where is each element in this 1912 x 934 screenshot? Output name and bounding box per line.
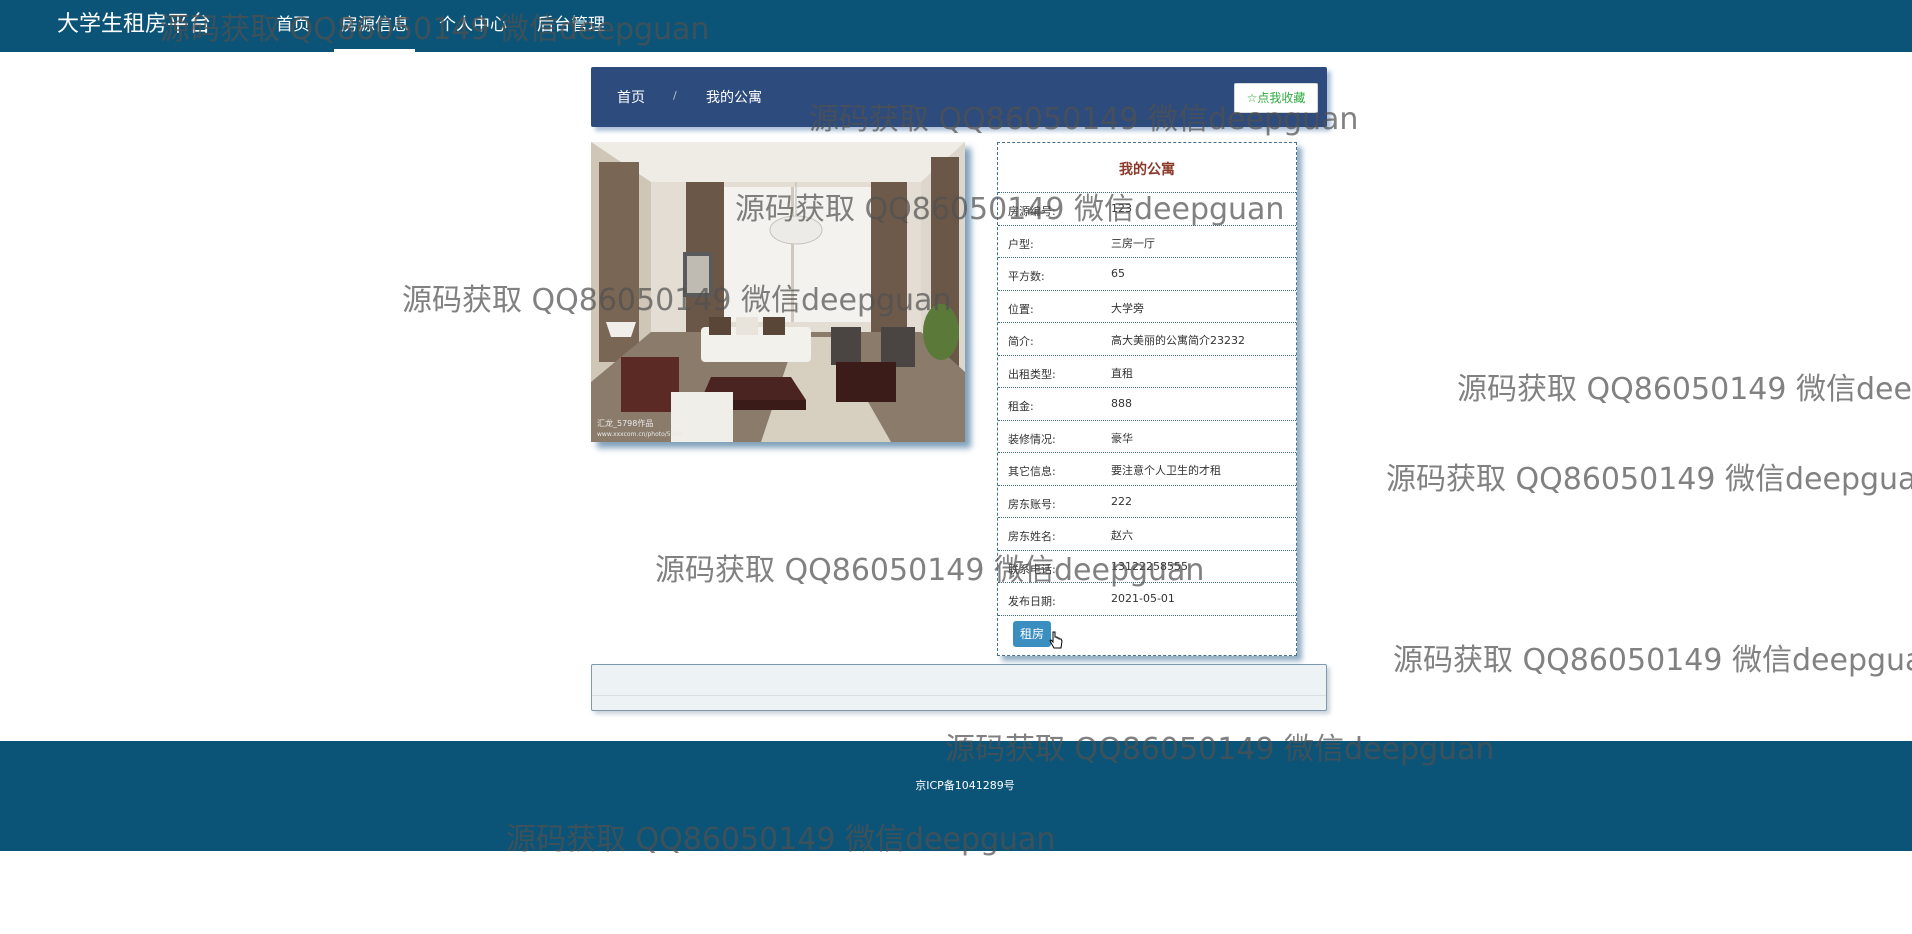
- detail-value: 直租: [1111, 366, 1133, 380]
- detail-label: 联系电话:: [1008, 562, 1056, 576]
- property-details-table: 我的公寓 房源编号: 123 户型: 三房一厅平方数: 65 位置: 大学旁简介: 高大美丽的…: [997, 142, 1297, 656]
- apartment-photo: 汇龙_5798作品 www.xxxcom.cn/photo/5798: [591, 142, 965, 442]
- breadcrumb-separator: /: [673, 89, 677, 102]
- detail-row: 房东姓名: 赵六: [998, 517, 1296, 550]
- favorite-button[interactable]: ☆点我收藏: [1234, 83, 1318, 113]
- detail-value: 888: [1111, 397, 1132, 410]
- detail-label: 租金:: [1008, 400, 1034, 413]
- footer-icp[interactable]: 京ICP备1041289号: [0, 777, 1912, 793]
- watermark: 源码获取 QQ86050149 微信deepguan: [1457, 372, 1912, 407]
- detail-label: 简介:: [1008, 335, 1034, 348]
- detail-label: 装修情况:: [1008, 432, 1056, 446]
- detail-row: 房东账号: 222: [998, 484, 1296, 518]
- photo-caption-line2: www.xxxcom.cn/photo/5798: [597, 431, 682, 438]
- detail-value: 65: [1111, 267, 1125, 280]
- photo-caption-line1: 汇龙_5798作品: [597, 418, 653, 428]
- detail-label: 位置:: [1008, 302, 1034, 316]
- detail-value: 大学旁: [1111, 301, 1144, 315]
- detail-value: 13122258555: [1111, 559, 1188, 573]
- active-tab-indicator: [334, 49, 415, 52]
- panel-divider: [592, 695, 1326, 696]
- detail-label: 平方数:: [1008, 270, 1045, 283]
- brand-title[interactable]: 大学生租房平台: [57, 10, 211, 40]
- top-navbar: 大学生租房平台 首页 房源信息 个人中心 后台管理: [0, 0, 1912, 52]
- nav-link-profile[interactable]: 个人中心: [439, 14, 507, 36]
- empty-content-panel: [591, 664, 1327, 711]
- watermark: 源码获取 QQ86050149 微信deepguan: [1386, 462, 1912, 497]
- breadcrumb-current: 我的公寓: [706, 90, 762, 106]
- detail-label: 房东账号:: [1008, 497, 1056, 511]
- detail-value: 要注意个人卫生的才租: [1111, 464, 1221, 477]
- nav-link-home[interactable]: 首页: [276, 14, 310, 36]
- nav-link-listings[interactable]: 房源信息: [341, 14, 409, 36]
- detail-row-divider: [998, 614, 1296, 616]
- detail-row: 户型: 三房一厅: [998, 224, 1296, 258]
- detail-row: 出租类型: 直租: [998, 354, 1296, 388]
- watermark: 源码获取 QQ86050149 微信deepguan: [1393, 643, 1912, 678]
- breadcrumb-home-link[interactable]: 首页: [617, 87, 645, 107]
- detail-label: 其它信息:: [1008, 465, 1056, 478]
- rent-button[interactable]: 租房: [1013, 621, 1051, 647]
- detail-row: 联系电话: 13122258555: [998, 549, 1296, 583]
- detail-label: 房东姓名:: [1008, 530, 1056, 543]
- detail-label: 户型:: [1008, 237, 1034, 251]
- nav-link-admin[interactable]: 后台管理: [537, 14, 605, 36]
- detail-row: 租金: 888: [998, 387, 1296, 420]
- detail-label: 发布日期:: [1008, 595, 1056, 608]
- detail-row: 发布日期: 2021-05-01: [998, 582, 1296, 615]
- detail-value: 豪华: [1111, 431, 1133, 445]
- detail-label: 出租类型:: [1008, 367, 1056, 381]
- detail-row: 房源编号: 123: [998, 192, 1296, 225]
- detail-row: 其它信息: 要注意个人卫生的才租: [998, 452, 1296, 485]
- detail-value: 三房一厅: [1111, 236, 1155, 250]
- detail-row: 位置: 大学旁: [998, 289, 1296, 323]
- detail-value: 123: [1111, 202, 1132, 215]
- hand-cursor-icon: [1049, 631, 1063, 649]
- detail-row: 装修情况: 豪华: [998, 419, 1296, 453]
- detail-value: 赵六: [1111, 529, 1133, 542]
- detail-value: 2021-05-01: [1111, 592, 1175, 605]
- footer: 京ICP备1041289号: [0, 741, 1912, 851]
- breadcrumb: 首页 / 我的公寓 ☆点我收藏: [591, 67, 1327, 127]
- detail-value: 高大美丽的公寓简介23232: [1111, 334, 1245, 347]
- detail-label: 房源编号:: [1008, 205, 1056, 218]
- details-title: 我的公寓: [1119, 162, 1175, 178]
- detail-row: 简介: 高大美丽的公寓简介23232: [998, 322, 1296, 355]
- detail-value: 222: [1111, 494, 1132, 508]
- detail-row: 平方数: 65: [998, 257, 1296, 290]
